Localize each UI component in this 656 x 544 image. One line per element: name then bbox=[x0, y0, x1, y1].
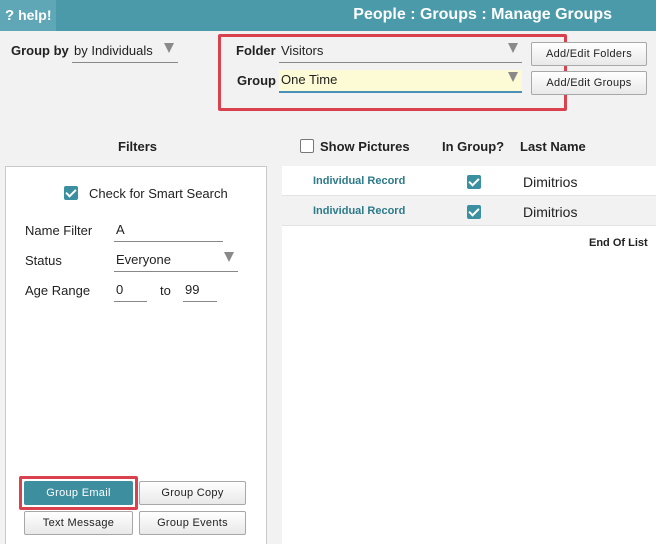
end-of-list-label: End Of List bbox=[589, 237, 648, 249]
show-pictures-checkbox[interactable] bbox=[300, 139, 314, 153]
group-value: One Time bbox=[281, 72, 338, 87]
folder-label: Folder bbox=[236, 43, 276, 58]
age-to-label: to bbox=[160, 283, 171, 298]
dropdown-arrow-icon bbox=[224, 252, 234, 262]
age-to-value: 99 bbox=[185, 282, 200, 297]
group-by-label: Group by bbox=[11, 43, 69, 58]
age-from-input[interactable]: 0 bbox=[114, 280, 147, 302]
status-select[interactable]: Everyone bbox=[114, 250, 238, 272]
dropdown-arrow-icon bbox=[164, 43, 174, 53]
filters-heading: Filters bbox=[118, 139, 158, 154]
age-from-value: 0 bbox=[116, 282, 124, 297]
in-group-checkbox[interactable] bbox=[467, 175, 481, 189]
group-by-value: by Individuals bbox=[74, 43, 153, 58]
status-label: Status bbox=[25, 253, 62, 268]
results-list: Individual Record Dimitrios Individual R… bbox=[282, 166, 656, 544]
column-header-last-name[interactable]: Last Name bbox=[520, 139, 586, 154]
folder-value: Visitors bbox=[281, 43, 324, 58]
add-edit-folders-button[interactable]: Add/Edit Folders bbox=[531, 42, 647, 66]
show-pictures-label: Show Pictures bbox=[320, 139, 410, 154]
individual-record-link[interactable]: Individual Record bbox=[313, 175, 405, 187]
group-email-button[interactable]: Group Email bbox=[24, 481, 133, 505]
age-to-input[interactable]: 99 bbox=[183, 280, 217, 302]
status-value: Everyone bbox=[116, 252, 171, 267]
column-header-in-group[interactable]: In Group? bbox=[442, 139, 504, 154]
group-copy-button[interactable]: Group Copy bbox=[139, 481, 246, 505]
group-select[interactable]: One Time bbox=[279, 70, 522, 93]
help-button[interactable]: ? help! bbox=[0, 0, 56, 31]
page-title: People : Groups : Manage Groups bbox=[353, 6, 612, 23]
smart-search-checkbox[interactable] bbox=[64, 186, 78, 200]
age-range-label: Age Range bbox=[25, 283, 91, 298]
add-edit-groups-button[interactable]: Add/Edit Groups bbox=[531, 71, 647, 95]
group-by-select[interactable]: by Individuals bbox=[72, 41, 178, 63]
individual-record-link[interactable]: Individual Record bbox=[313, 205, 405, 217]
last-name-cell: Dimitrios bbox=[523, 204, 578, 220]
table-row: Individual Record Dimitrios bbox=[282, 166, 656, 196]
text-message-button[interactable]: Text Message bbox=[24, 511, 133, 535]
dropdown-arrow-icon bbox=[508, 72, 518, 82]
last-name-cell: Dimitrios bbox=[523, 174, 578, 190]
group-label: Group bbox=[237, 73, 276, 88]
group-events-button[interactable]: Group Events bbox=[139, 511, 246, 535]
help-label: help! bbox=[18, 7, 52, 23]
name-filter-value: A bbox=[116, 222, 125, 237]
name-filter-input[interactable]: A bbox=[114, 220, 223, 242]
smart-search-label: Check for Smart Search bbox=[89, 186, 228, 201]
table-row: Individual Record Dimitrios bbox=[282, 196, 656, 226]
question-icon: ? bbox=[5, 7, 15, 24]
dropdown-arrow-icon bbox=[508, 43, 518, 53]
in-group-checkbox[interactable] bbox=[467, 205, 481, 219]
name-filter-label: Name Filter bbox=[25, 223, 93, 238]
folder-select[interactable]: Visitors bbox=[279, 41, 522, 63]
